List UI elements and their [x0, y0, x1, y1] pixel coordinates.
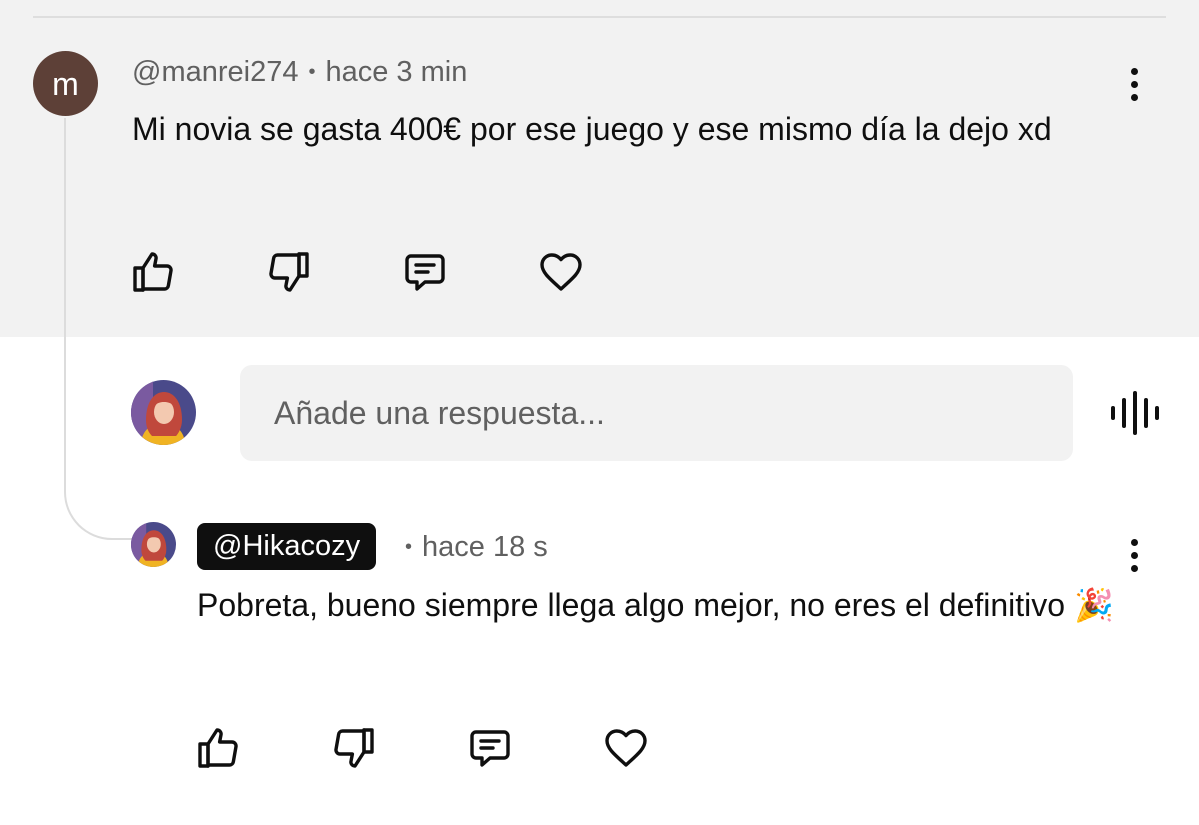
reply-text: Pobreta, bueno siempre llega algo mejor,… — [197, 587, 1114, 623]
reply-button[interactable] — [465, 723, 515, 773]
reply-meta: • hace 18 s — [405, 531, 548, 564]
thumb-down-icon — [334, 728, 374, 768]
voice-input-button[interactable] — [1108, 390, 1162, 436]
dislike-button[interactable] — [329, 723, 379, 773]
reply-actions — [193, 723, 651, 773]
reply-avatar[interactable] — [131, 522, 176, 567]
dislike-button[interactable] — [264, 247, 314, 297]
thread-connector-line — [64, 118, 132, 540]
more-vert-icon[interactable] — [1119, 64, 1149, 104]
current-user-avatar[interactable] — [131, 380, 196, 445]
user-photo — [131, 380, 196, 445]
reply-button[interactable] — [400, 247, 450, 297]
comment-actions — [128, 247, 586, 297]
divider — [33, 16, 1166, 18]
comment-meta: @manrei274 • hace 3 min — [132, 56, 467, 89]
reply-input[interactable]: Añade una respuesta... — [240, 365, 1073, 461]
thumb-up-icon — [133, 252, 173, 292]
avatar[interactable]: m — [33, 51, 98, 116]
meta-separator: • — [308, 61, 316, 83]
comment-icon — [470, 730, 510, 767]
comment-author[interactable]: @manrei274 — [132, 56, 298, 89]
reply-time: hace 18 s — [422, 531, 548, 563]
reply-user-photo — [131, 522, 176, 567]
comment-text: Mi novia se gasta 400€ por ese juego y e… — [132, 111, 1052, 147]
like-button[interactable] — [193, 723, 243, 773]
reply-author-badge[interactable]: @Hikacozy — [197, 523, 377, 570]
avatar-letter: m — [52, 65, 79, 102]
like-button[interactable] — [128, 247, 178, 297]
reply-author: @Hikacozy — [213, 530, 361, 562]
meta-separator: • — [405, 536, 413, 558]
heart-button[interactable] — [536, 247, 586, 297]
comment-icon — [405, 254, 445, 291]
thumb-down-icon — [269, 252, 309, 292]
more-vert-icon[interactable] — [1119, 535, 1149, 575]
reply-input-placeholder: Añade una respuesta... — [274, 394, 605, 431]
voice-waveform-icon — [1111, 391, 1159, 435]
heart-icon — [540, 253, 582, 291]
heart-button[interactable] — [601, 723, 651, 773]
heart-icon — [605, 729, 647, 767]
thumb-up-icon — [198, 728, 238, 768]
comment-time: hace 3 min — [325, 56, 468, 88]
